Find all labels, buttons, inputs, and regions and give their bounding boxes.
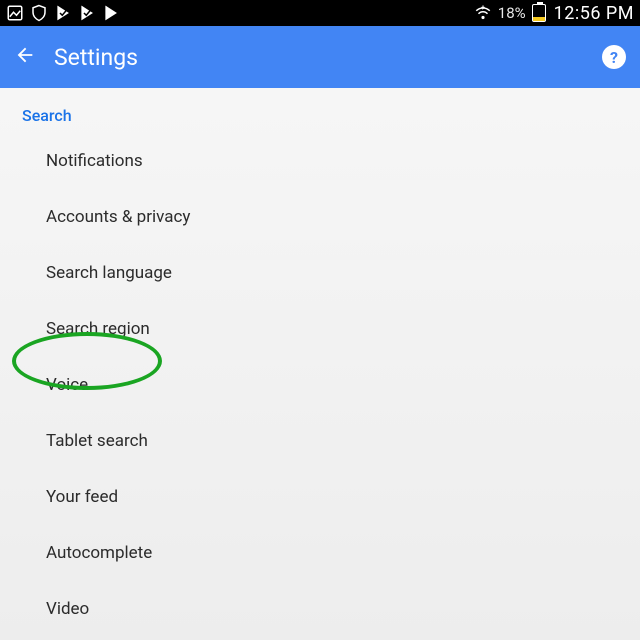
image-icon	[6, 4, 24, 22]
back-arrow-icon[interactable]	[14, 44, 36, 70]
list-item-label: Autocomplete	[46, 543, 152, 563]
list-item-label: Video	[46, 599, 89, 619]
list-item-notifications[interactable]: Notifications	[0, 133, 640, 189]
play-check-icon	[78, 4, 96, 22]
status-bar-right: 18% 12:56 PM	[474, 3, 634, 24]
wifi-icon	[474, 4, 492, 22]
list-item-voice[interactable]: Voice	[0, 357, 640, 413]
list-item-tablet-search[interactable]: Tablet search	[0, 413, 640, 469]
shield-icon	[30, 4, 48, 22]
play-store-icon	[102, 4, 120, 22]
help-icon[interactable]: ?	[602, 45, 626, 69]
list-item-autocomplete[interactable]: Autocomplete	[0, 525, 640, 581]
status-bar-left	[6, 4, 120, 22]
list-item-your-feed[interactable]: Your feed	[0, 469, 640, 525]
app-bar: Settings ?	[0, 26, 640, 88]
section-header-search: Search	[0, 88, 640, 133]
list-item-label: Accounts & privacy	[46, 207, 190, 227]
app-bar-title: Settings	[54, 44, 138, 71]
list-item-label: Notifications	[46, 151, 143, 171]
list-item-label: Your feed	[46, 487, 118, 507]
battery-fill	[533, 17, 545, 21]
list-item-accounts-privacy[interactable]: Accounts & privacy	[0, 189, 640, 245]
screen: 18% 12:56 PM Settings ? Search Notificat…	[0, 0, 640, 640]
status-clock: 12:56 PM	[554, 3, 634, 24]
list-item-search-region[interactable]: Search region	[0, 301, 640, 357]
list-item-video[interactable]: Video	[0, 581, 640, 637]
list-item-label: Search language	[46, 263, 172, 283]
list-item-search-language[interactable]: Search language	[0, 245, 640, 301]
battery-icon	[532, 4, 546, 22]
list-item-label: Search region	[46, 319, 150, 339]
status-bar: 18% 12:56 PM	[0, 0, 640, 26]
app-bar-left: Settings	[14, 44, 138, 71]
play-check-icon	[54, 4, 72, 22]
settings-list: Notifications Accounts & privacy Search …	[0, 133, 640, 640]
battery-percent: 18%	[498, 4, 526, 22]
list-item-label: Voice	[46, 375, 88, 395]
settings-content: Search Notifications Accounts & privacy …	[0, 88, 640, 640]
list-item-label: Tablet search	[46, 431, 148, 451]
